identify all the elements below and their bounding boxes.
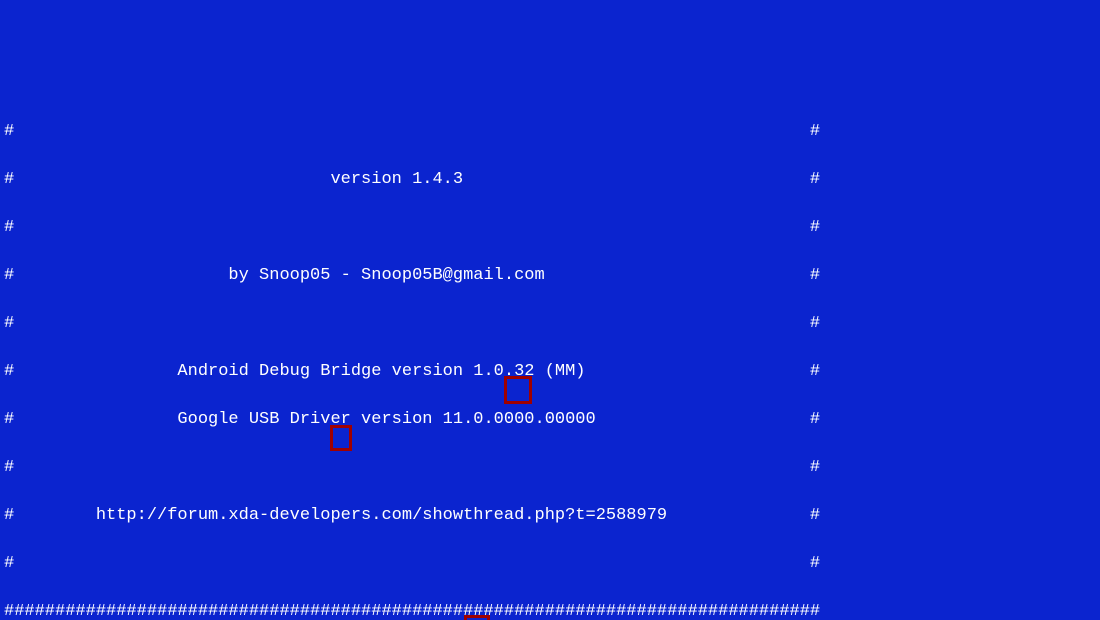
banner-blank: # # bbox=[4, 312, 1096, 336]
banner-blank: # # bbox=[4, 216, 1096, 240]
banner-url: # http://forum.xda-developers.com/showth… bbox=[4, 504, 1096, 528]
banner-adb-version: # Android Debug Bridge version 1.0.32 (M… bbox=[4, 360, 1096, 384]
banner-blank-top: # # bbox=[4, 120, 1096, 144]
banner-usb-driver: # Google USB Driver version 11.0.0000.00… bbox=[4, 408, 1096, 432]
terminal[interactable]: # # # version 1.4.3 # # bbox=[4, 96, 1096, 620]
banner-rule: ########################################… bbox=[4, 600, 1096, 620]
banner-blank: # # bbox=[4, 552, 1096, 576]
banner-version: # version 1.4.3 # bbox=[4, 168, 1096, 192]
banner-blank: # # bbox=[4, 456, 1096, 480]
banner-author: # by Snoop05 - Snoop05B@gmail.com # bbox=[4, 264, 1096, 288]
